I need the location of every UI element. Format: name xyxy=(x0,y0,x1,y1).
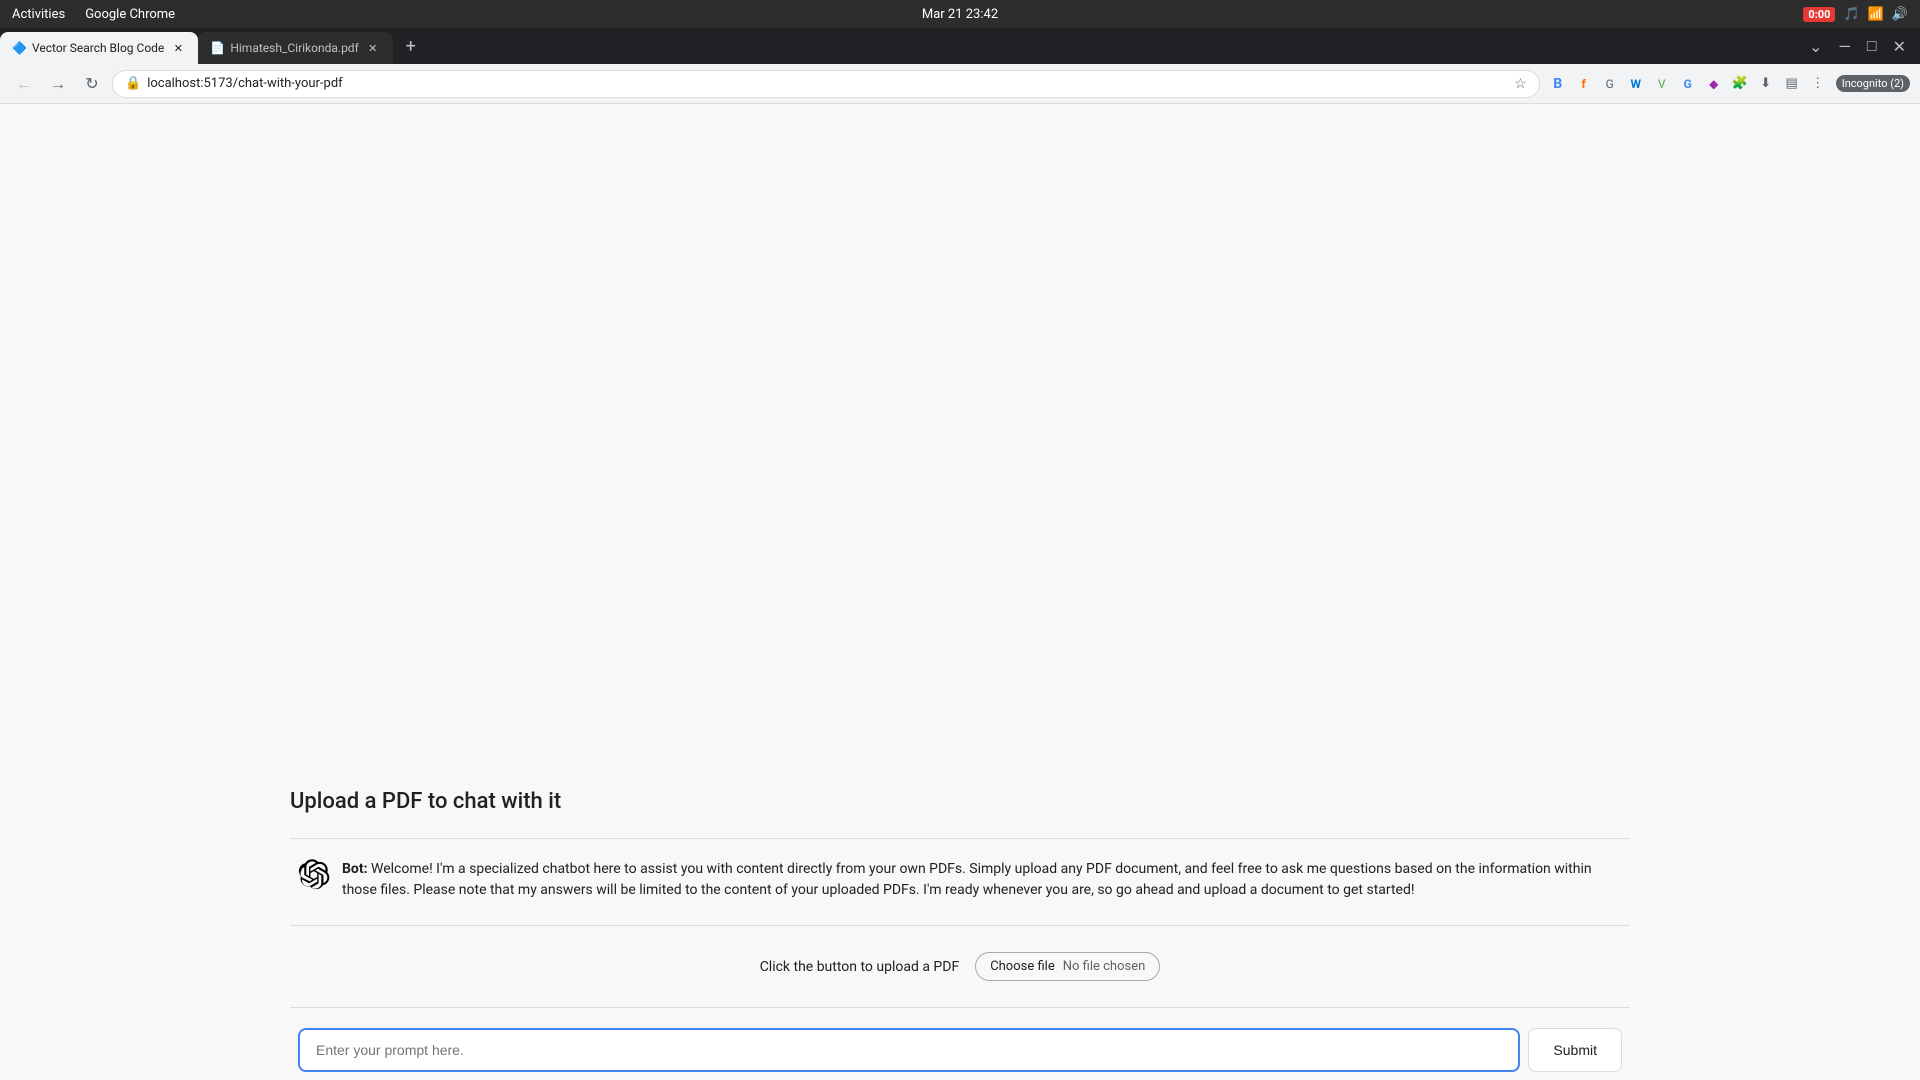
tab-favicon-1: 🔷 xyxy=(12,41,26,55)
upload-label: Click the button to upload a PDF xyxy=(760,959,960,975)
upload-section: Click the button to upload a PDF Choose … xyxy=(290,938,1630,995)
recording-badge: 0:00 xyxy=(1803,7,1835,22)
tab-close-2[interactable]: ✕ xyxy=(365,40,381,56)
ext-icon-6[interactable]: G xyxy=(1676,72,1700,96)
prompt-input[interactable] xyxy=(298,1028,1520,1072)
tab-close-1[interactable]: ✕ xyxy=(170,40,186,56)
browser-chrome: 🔷 Vector Search Blog Code ✕ 📄 Himatesh_C… xyxy=(0,28,1920,64)
window-controls: ⌄ — □ ✕ xyxy=(1795,28,1920,64)
more-options-icon[interactable]: ⋮ xyxy=(1806,72,1830,96)
tray-icon-1: 🎵 xyxy=(1843,7,1859,22)
new-tab-button[interactable]: + xyxy=(397,32,425,60)
app-name-label: Google Chrome xyxy=(85,7,175,22)
bot-avatar xyxy=(298,859,330,891)
sidebar-icon[interactable]: ▤ xyxy=(1780,72,1804,96)
page-title: Upload a PDF to chat with it xyxy=(290,789,1630,814)
datetime-label: Mar 21 23:42 xyxy=(922,7,998,22)
tab-label-1: Vector Search Blog Code xyxy=(32,41,164,55)
file-input-wrapper[interactable]: Choose file No file chosen xyxy=(975,952,1160,981)
tray-icon-3: 🔊 xyxy=(1892,7,1908,22)
tab-label-2: Himatesh_Cirikonda.pdf xyxy=(230,41,358,55)
title-divider xyxy=(290,838,1630,839)
ext-icon-4[interactable]: W xyxy=(1624,72,1648,96)
bot-message: Welcome! I'm a specialized chatbot here … xyxy=(342,861,1592,898)
ext-icon-3[interactable]: G xyxy=(1598,72,1622,96)
ext-icon-5[interactable]: V xyxy=(1650,72,1674,96)
tabs-dropdown-icon[interactable]: ⌄ xyxy=(1803,35,1828,58)
tray-icon-2: 📶 xyxy=(1868,7,1884,22)
extensions-puzzle-icon[interactable]: 🧩 xyxy=(1728,72,1752,96)
maximize-button[interactable]: □ xyxy=(1861,34,1883,58)
bookmark-star-icon[interactable]: ☆ xyxy=(1514,76,1527,92)
upload-divider xyxy=(290,925,1630,926)
back-button[interactable]: ← xyxy=(10,70,38,98)
downloads-icon[interactable]: ⬇ xyxy=(1754,72,1778,96)
tab-favicon-2: 📄 xyxy=(210,41,224,55)
bot-text: Bot: Welcome! I'm a specialized chatbot … xyxy=(342,859,1622,901)
tabs-bar: 🔷 Vector Search Blog Code ✕ 📄 Himatesh_C… xyxy=(0,28,1795,64)
ext-icon-2[interactable]: f xyxy=(1572,72,1596,96)
choose-file-label: Choose file xyxy=(990,959,1055,974)
url-text: localhost:5173/chat-with-your-pdf xyxy=(147,76,1508,91)
minimize-button[interactable]: — xyxy=(1832,35,1857,58)
close-button[interactable]: ✕ xyxy=(1887,35,1912,58)
forward-button[interactable]: → xyxy=(44,70,72,98)
bot-label: Bot: xyxy=(342,861,368,877)
reload-button[interactable]: ↻ xyxy=(78,70,106,98)
activities-label[interactable]: Activities xyxy=(12,7,65,22)
extension-toolbar: B f G W V G ◆ 🧩 ⬇ ▤ ⋮ xyxy=(1546,72,1830,96)
os-bar: Activities Google Chrome Mar 21 23:42 0:… xyxy=(0,0,1920,28)
ext-icon-1[interactable]: B xyxy=(1546,72,1570,96)
address-bar-row: ← → ↻ 🔒 localhost:5173/chat-with-your-pd… xyxy=(0,64,1920,104)
submit-button[interactable]: Submit xyxy=(1528,1028,1622,1072)
bot-message-row: Bot: Welcome! I'm a specialized chatbot … xyxy=(290,851,1630,913)
ext-icon-7[interactable]: ◆ xyxy=(1702,72,1726,96)
tab-vector-search[interactable]: 🔷 Vector Search Blog Code ✕ xyxy=(0,32,198,64)
chat-input-row: Submit xyxy=(290,1020,1630,1080)
chat-divider xyxy=(290,1007,1630,1008)
tab-pdf[interactable]: 📄 Himatesh_Cirikonda.pdf ✕ xyxy=(198,32,392,64)
page-content: Upload a PDF to chat with it Bot: Welcom… xyxy=(0,104,1920,1080)
lock-icon: 🔒 xyxy=(125,76,141,91)
no-file-chosen-text: No file chosen xyxy=(1063,959,1146,974)
incognito-badge[interactable]: Incognito (2) xyxy=(1836,75,1910,92)
choose-file-button[interactable]: Choose file No file chosen xyxy=(975,952,1160,981)
address-bar[interactable]: 🔒 localhost:5173/chat-with-your-pdf ☆ xyxy=(112,70,1540,98)
